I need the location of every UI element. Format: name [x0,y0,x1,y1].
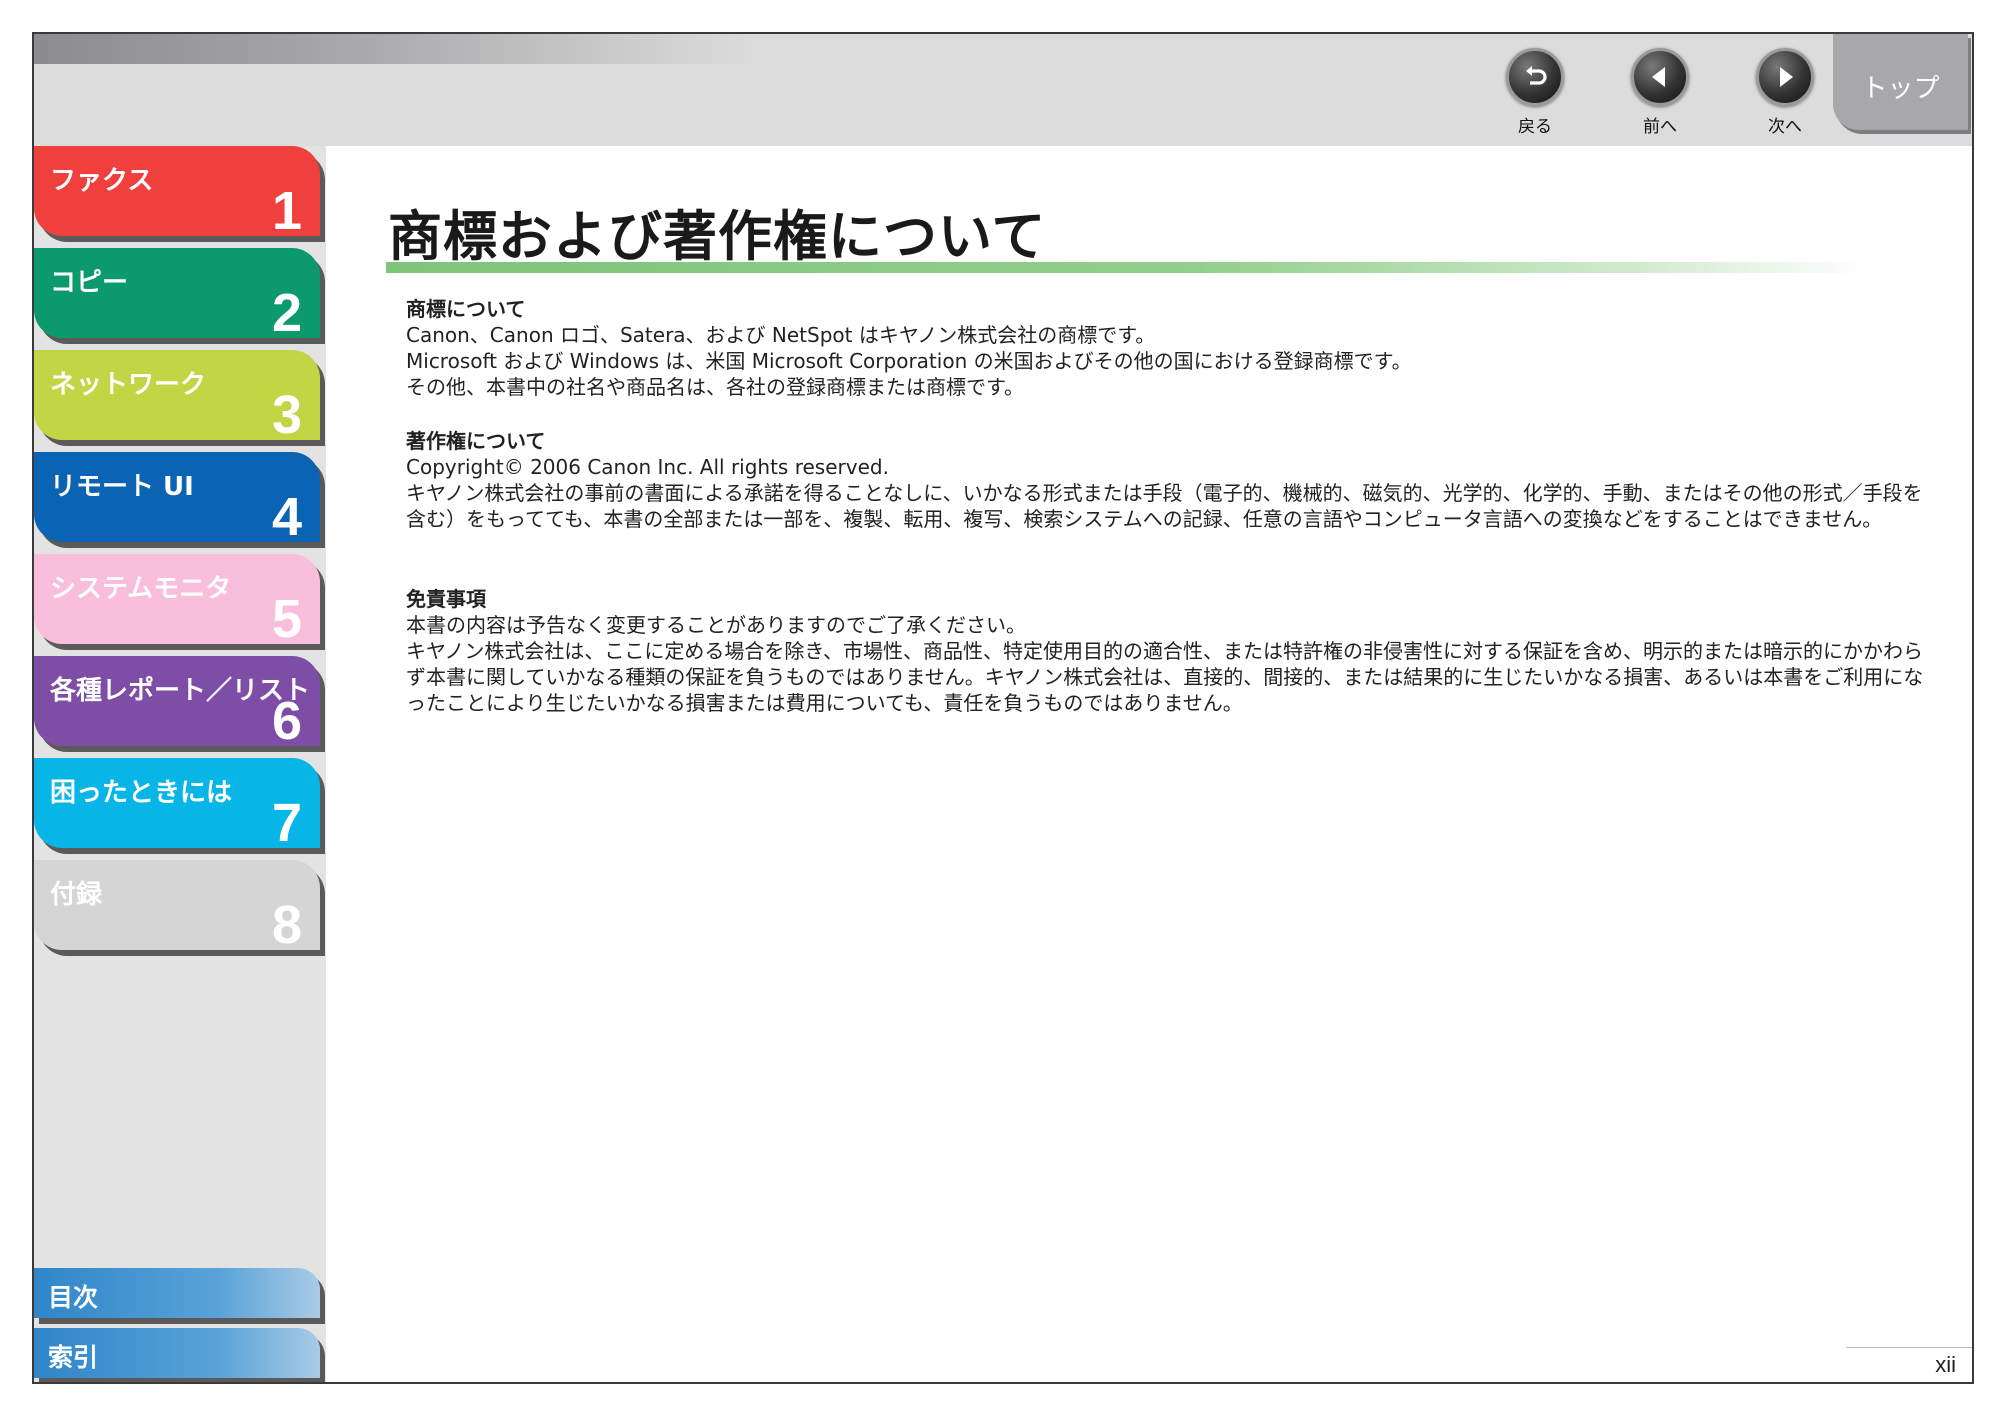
chapter-number: 3 [271,385,302,445]
page-title: 商標および著作権について [388,205,1047,268]
top-page-tab[interactable]: トップ [1833,34,1972,146]
index-button[interactable]: 索引 [34,1328,320,1378]
title-underline [386,262,1866,273]
chapter-number: 2 [271,283,302,343]
chapter-number: 5 [271,589,302,649]
trademark-section: 商標について Canon、Canon ロゴ、Satera、および NetSpot… [406,296,1926,400]
chapter-number: 1 [271,181,302,241]
chapter-title: システムモニタ [50,574,232,604]
copyright-section: 著作権について Copyright© 2006 Canon Inc. All r… [406,428,1926,532]
table-of-contents-label: 目次 [48,1283,99,1312]
chapter-sidebar: ファクス 1 コピー 2 ネットワーク 3 リモート UI 4 システムモニタ … [34,146,326,1382]
page-title-container: 商標および著作権について [382,192,1962,271]
chapter-number: 6 [271,691,302,751]
back-arrow-icon [1506,48,1564,106]
chapter-tab-troubleshooting[interactable]: 困ったときには 7 [34,758,320,853]
page-number: xii [1935,1352,1956,1377]
next-page-label: 次へ [1768,117,1802,137]
previous-page-label: 前へ [1643,117,1677,137]
paragraph: 本書の内容は予告なく変更することがありますのでご了承ください。 [406,613,1026,637]
index-label: 索引 [48,1343,99,1372]
paragraph: Microsoft および Windows は、米国 Microsoft Cor… [406,349,1412,373]
top-page-tab-shape: トップ [1833,34,1968,130]
back-button[interactable]: 戻る [1490,48,1580,137]
chapter-tab-fax[interactable]: ファクス 1 [34,146,320,241]
section-heading: 著作権について [406,429,546,453]
chapter-number: 8 [271,895,302,955]
top-page-label: トップ [1861,74,1940,104]
chapter-title: リモート UI [50,472,194,502]
chapter-tab-copy[interactable]: コピー 2 [34,248,320,343]
disclaimer-section: 免責事項 本書の内容は予告なく変更することがありますのでご了承ください。 キヤノ… [406,586,1926,716]
section-heading: 免責事項 [406,587,486,611]
triangle-left-icon [1631,48,1689,106]
chapter-number: 4 [271,487,302,547]
table-of-contents-button[interactable]: 目次 [34,1268,320,1318]
next-page-button[interactable]: 次へ [1740,48,1830,137]
paragraph: Canon、Canon ロゴ、Satera、および NetSpot はキヤノン株… [406,323,1156,347]
chapter-tab-network[interactable]: ネットワーク 3 [34,350,320,445]
page-number-rule [1846,1347,1972,1348]
chapter-title: 付録 [50,880,103,910]
chapter-tab-reports-lists[interactable]: 各種レポート／リスト 6 [34,656,320,751]
chapter-title: 困ったときには [50,778,233,808]
chapter-tab-appendix[interactable]: 付録 8 [34,860,320,955]
previous-page-button[interactable]: 前へ [1615,48,1705,137]
top-toolbar: 戻る 前へ 次へ トップ [34,34,1972,146]
back-label: 戻る [1518,117,1552,137]
chapter-title: コピー [50,268,129,298]
chapter-tab-remote-ui[interactable]: リモート UI 4 [34,452,320,547]
section-heading: 商標について [406,297,526,321]
paragraph: Copyright© 2006 Canon Inc. All rights re… [406,455,889,479]
triangle-right-icon [1756,48,1814,106]
paragraph: キヤノン株式会社の事前の書面による承諾を得ることなしに、いかなる形式または手段（… [406,481,1923,531]
chapter-title: ファクス [50,166,154,196]
paragraph: その他、本書中の社名や商品名は、各社の登録商標または商標です。 [406,375,1024,399]
paragraph: キヤノン株式会社は、ここに定める場合を除き、市場性、商品性、特定使用目的の適合性… [406,639,1924,715]
chapter-title: ネットワーク [50,370,207,400]
chapter-tab-system-monitor[interactable]: システムモニタ 5 [34,554,320,649]
toolbar-gradient-stripe [34,34,754,64]
chapter-number: 7 [271,793,302,853]
